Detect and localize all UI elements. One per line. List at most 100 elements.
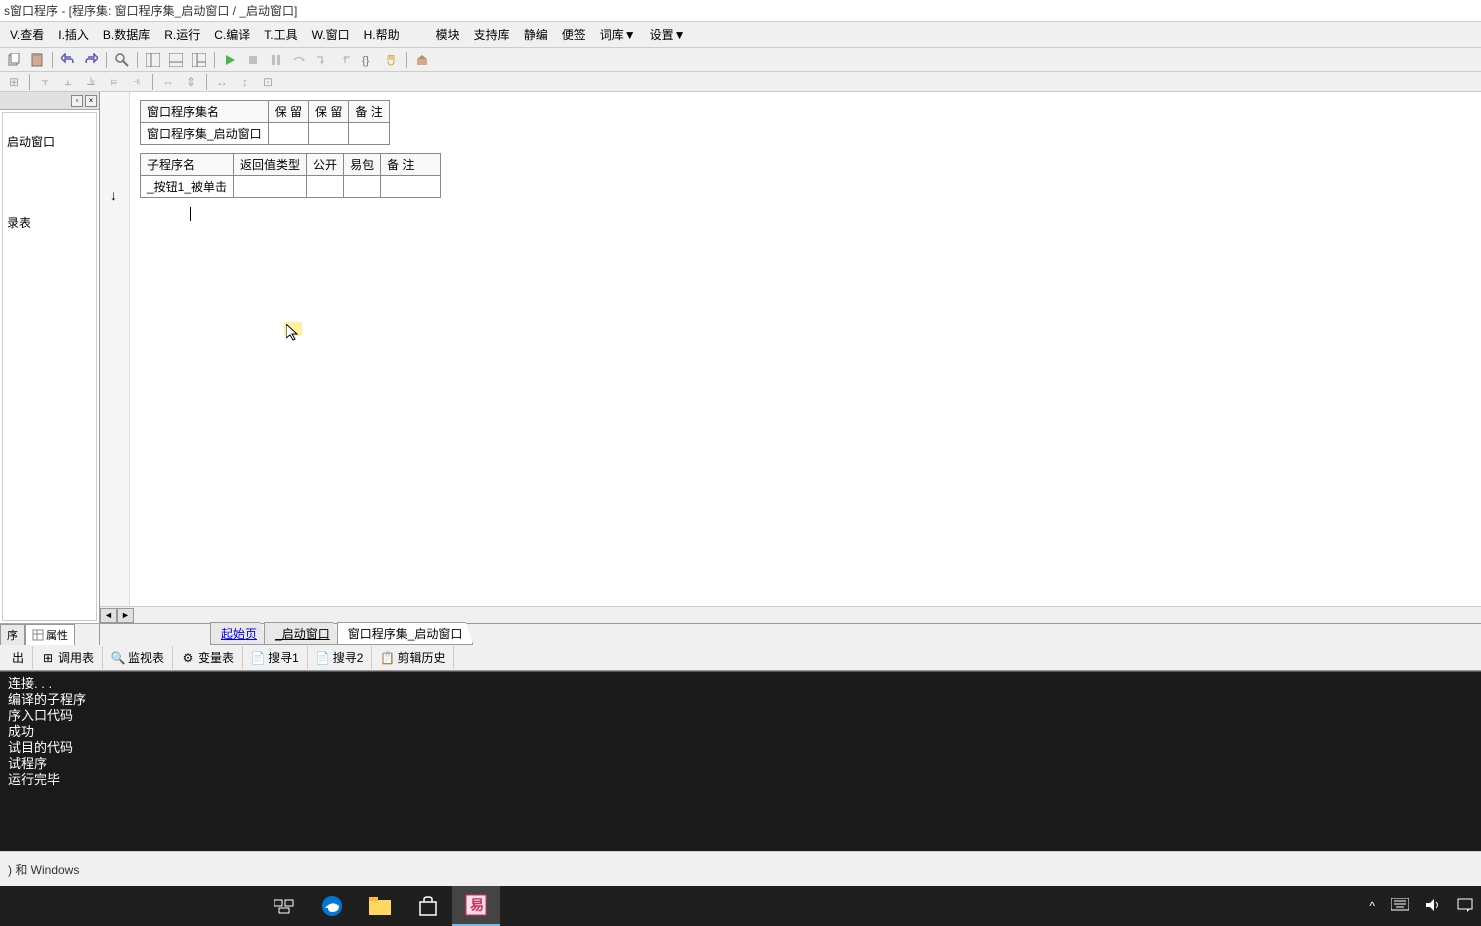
same-width-icon[interactable]: ↔ <box>212 72 232 92</box>
svg-text:易: 易 <box>470 897 484 913</box>
console-line: 序入口代码 <box>8 708 1473 724</box>
bottom-tab-watch[interactable]: 🔍 监视表 <box>103 646 173 669</box>
scroll-right-icon[interactable]: ► <box>117 608 134 623</box>
tree-item-window[interactable]: 启动窗口 <box>7 131 92 152</box>
edit-tool1-icon[interactable]: ⊞ <box>4 72 24 92</box>
taskbar-edge-icon[interactable] <box>308 886 356 926</box>
doc-icon: 📄 <box>251 651 265 665</box>
menu-tools[interactable]: T.工具 <box>258 24 303 45</box>
bottom-tab-output[interactable]: 出 <box>4 646 33 669</box>
distribute-h-icon[interactable]: ⇔ <box>158 72 178 92</box>
tray-volume-icon[interactable] <box>1421 897 1445 916</box>
paste-icon[interactable] <box>27 50 47 70</box>
tree-item-table[interactable]: 录表 <box>7 212 92 233</box>
menu-note[interactable]: 便签 <box>556 24 592 45</box>
menu-module[interactable]: 模块 <box>430 24 466 45</box>
th-public: 公开 <box>307 154 344 176</box>
taskbar-explorer-icon[interactable] <box>356 886 404 926</box>
bottom-panel: 连接. . . 编译的子程序 序入口代码 成功 试目的代码 试程序 运行完毕 <box>0 671 1481 851</box>
statusbar-text: ) 和 Windows <box>8 861 79 878</box>
console-line: 成功 <box>8 724 1473 740</box>
table-row[interactable]: 窗口程序集_启动窗口 <box>141 123 390 145</box>
search-icon: 🔍 <box>111 651 125 665</box>
align-right-icon[interactable]: ⫡ <box>81 72 101 92</box>
toolbar-main: {} <box>0 48 1481 72</box>
console-line: 试目的代码 <box>8 740 1473 756</box>
panel-close-icon[interactable]: × <box>85 95 97 107</box>
assembly-table[interactable]: 窗口程序集名 保 留 保 留 备 注 窗口程序集_启动窗口 <box>140 100 390 145</box>
bottom-tab-search2[interactable]: 📄 搜寻2 <box>308 646 373 669</box>
menu-window[interactable]: W.窗口 <box>306 24 356 45</box>
menu-compile[interactable]: C.编译 <box>208 24 256 45</box>
tab-start-page[interactable]: 起始页 <box>210 622 268 645</box>
scroll-left-icon[interactable]: ◄ <box>100 608 117 623</box>
horizontal-scrollbar[interactable]: ◄ ► <box>100 606 1481 623</box>
hand-icon[interactable] <box>381 50 401 70</box>
th-return-type: 返回值类型 <box>234 154 307 176</box>
redo-icon[interactable] <box>81 50 101 70</box>
menu-insert[interactable]: I.插入 <box>52 24 95 45</box>
menu-database[interactable]: B.数据库 <box>97 24 156 45</box>
align-left-icon[interactable]: ⫟ <box>35 72 55 92</box>
tab-assembly[interactable]: 窗口程序集_启动窗口 <box>337 622 474 645</box>
build-icon[interactable] <box>412 50 432 70</box>
tray-keyboard-icon[interactable] <box>1387 898 1413 915</box>
td-assembly-name[interactable]: 窗口程序集_启动窗口 <box>141 123 269 145</box>
step-out-icon[interactable] <box>335 50 355 70</box>
left-tab-program[interactable]: 序 <box>0 624 25 645</box>
table-row[interactable]: _按钮1_被单击 <box>141 176 441 198</box>
align-top-icon[interactable]: ⫢ <box>104 72 124 92</box>
menu-settings[interactable]: 设置▼ <box>644 24 692 45</box>
title-text: s窗口程序 - [程序集: 窗口程序集_启动窗口 / _启动窗口] <box>4 2 297 19</box>
output-console[interactable]: 连接. . . 编译的子程序 序入口代码 成功 试目的代码 试程序 运行完毕 <box>0 672 1481 851</box>
arrow-indicator-icon: ↓ <box>110 187 117 203</box>
panel-dock-icon[interactable]: ▫ <box>71 95 83 107</box>
align-center-icon[interactable]: ⫠ <box>58 72 78 92</box>
same-height-icon[interactable]: ↕ <box>235 72 255 92</box>
left-panel-tabs: 序 属性 <box>0 623 99 645</box>
left-tab-attributes[interactable]: 属性 <box>25 624 75 645</box>
bottom-tab-search1[interactable]: 📄 搜寻1 <box>243 646 308 669</box>
th-remark1: 备 注 <box>349 101 389 123</box>
console-line: 运行完毕 <box>8 772 1473 788</box>
layout1-icon[interactable] <box>143 50 163 70</box>
menu-static[interactable]: 静编 <box>518 24 554 45</box>
bracket-icon[interactable]: {} <box>358 50 378 70</box>
subroutine-table[interactable]: 子程序名 返回值类型 公开 易包 备 注 _按钮1_被单击 <box>140 153 441 198</box>
step-into-icon[interactable] <box>312 50 332 70</box>
menu-run[interactable]: R.运行 <box>158 24 206 45</box>
tray-notifications-icon[interactable] <box>1453 897 1477 916</box>
menu-support[interactable]: 支持库 <box>468 24 516 45</box>
code-editor[interactable]: ↓ 窗口程序集名 保 留 保 留 备 注 窗口程序集_启动窗口 <box>100 92 1481 606</box>
bottom-tab-vars[interactable]: ⚙ 变量表 <box>173 646 243 669</box>
undo-icon[interactable] <box>58 50 78 70</box>
menu-dict[interactable]: 词库▼ <box>594 24 642 45</box>
panel-header: ▫ × <box>0 92 99 110</box>
align-bottom-icon[interactable]: ⫣ <box>127 72 147 92</box>
run-icon[interactable] <box>220 50 240 70</box>
stop-icon[interactable] <box>243 50 263 70</box>
layout3-icon[interactable] <box>189 50 209 70</box>
layout2-icon[interactable] <box>166 50 186 70</box>
distribute-v-icon[interactable]: ⇕ <box>181 72 201 92</box>
editor-tabs: 起始页 _启动窗口 窗口程序集_启动窗口 <box>100 623 1481 645</box>
copy-icon[interactable] <box>4 50 24 70</box>
tab-start-window[interactable]: _启动窗口 <box>264 622 341 645</box>
bottom-tab-calltable[interactable]: ⊞ 调用表 <box>33 646 103 669</box>
tray-expand-icon[interactable]: ^ <box>1365 899 1379 913</box>
taskbar-taskview-icon[interactable] <box>260 886 308 926</box>
titlebar: s窗口程序 - [程序集: 窗口程序集_启动窗口 / _启动窗口] <box>0 0 1481 22</box>
taskbar-store-icon[interactable] <box>404 886 452 926</box>
code-cursor-line[interactable] <box>190 206 1481 221</box>
menu-view[interactable]: V.查看 <box>4 24 50 45</box>
pause-icon[interactable] <box>266 50 286 70</box>
find-icon[interactable] <box>112 50 132 70</box>
step-over-icon[interactable] <box>289 50 309 70</box>
console-line: 连接. . . <box>8 676 1473 692</box>
bottom-tab-cliphistory[interactable]: 📋 剪辑历史 <box>372 646 454 669</box>
taskbar-eyuyan-icon[interactable]: 易 <box>452 886 500 926</box>
same-size-icon[interactable]: ⊡ <box>258 72 278 92</box>
td-sub-name[interactable]: _按钮1_被单击 <box>141 176 234 198</box>
menu-help[interactable]: H.帮助 <box>358 24 406 45</box>
project-tree[interactable]: 启动窗口 录表 <box>2 112 97 621</box>
